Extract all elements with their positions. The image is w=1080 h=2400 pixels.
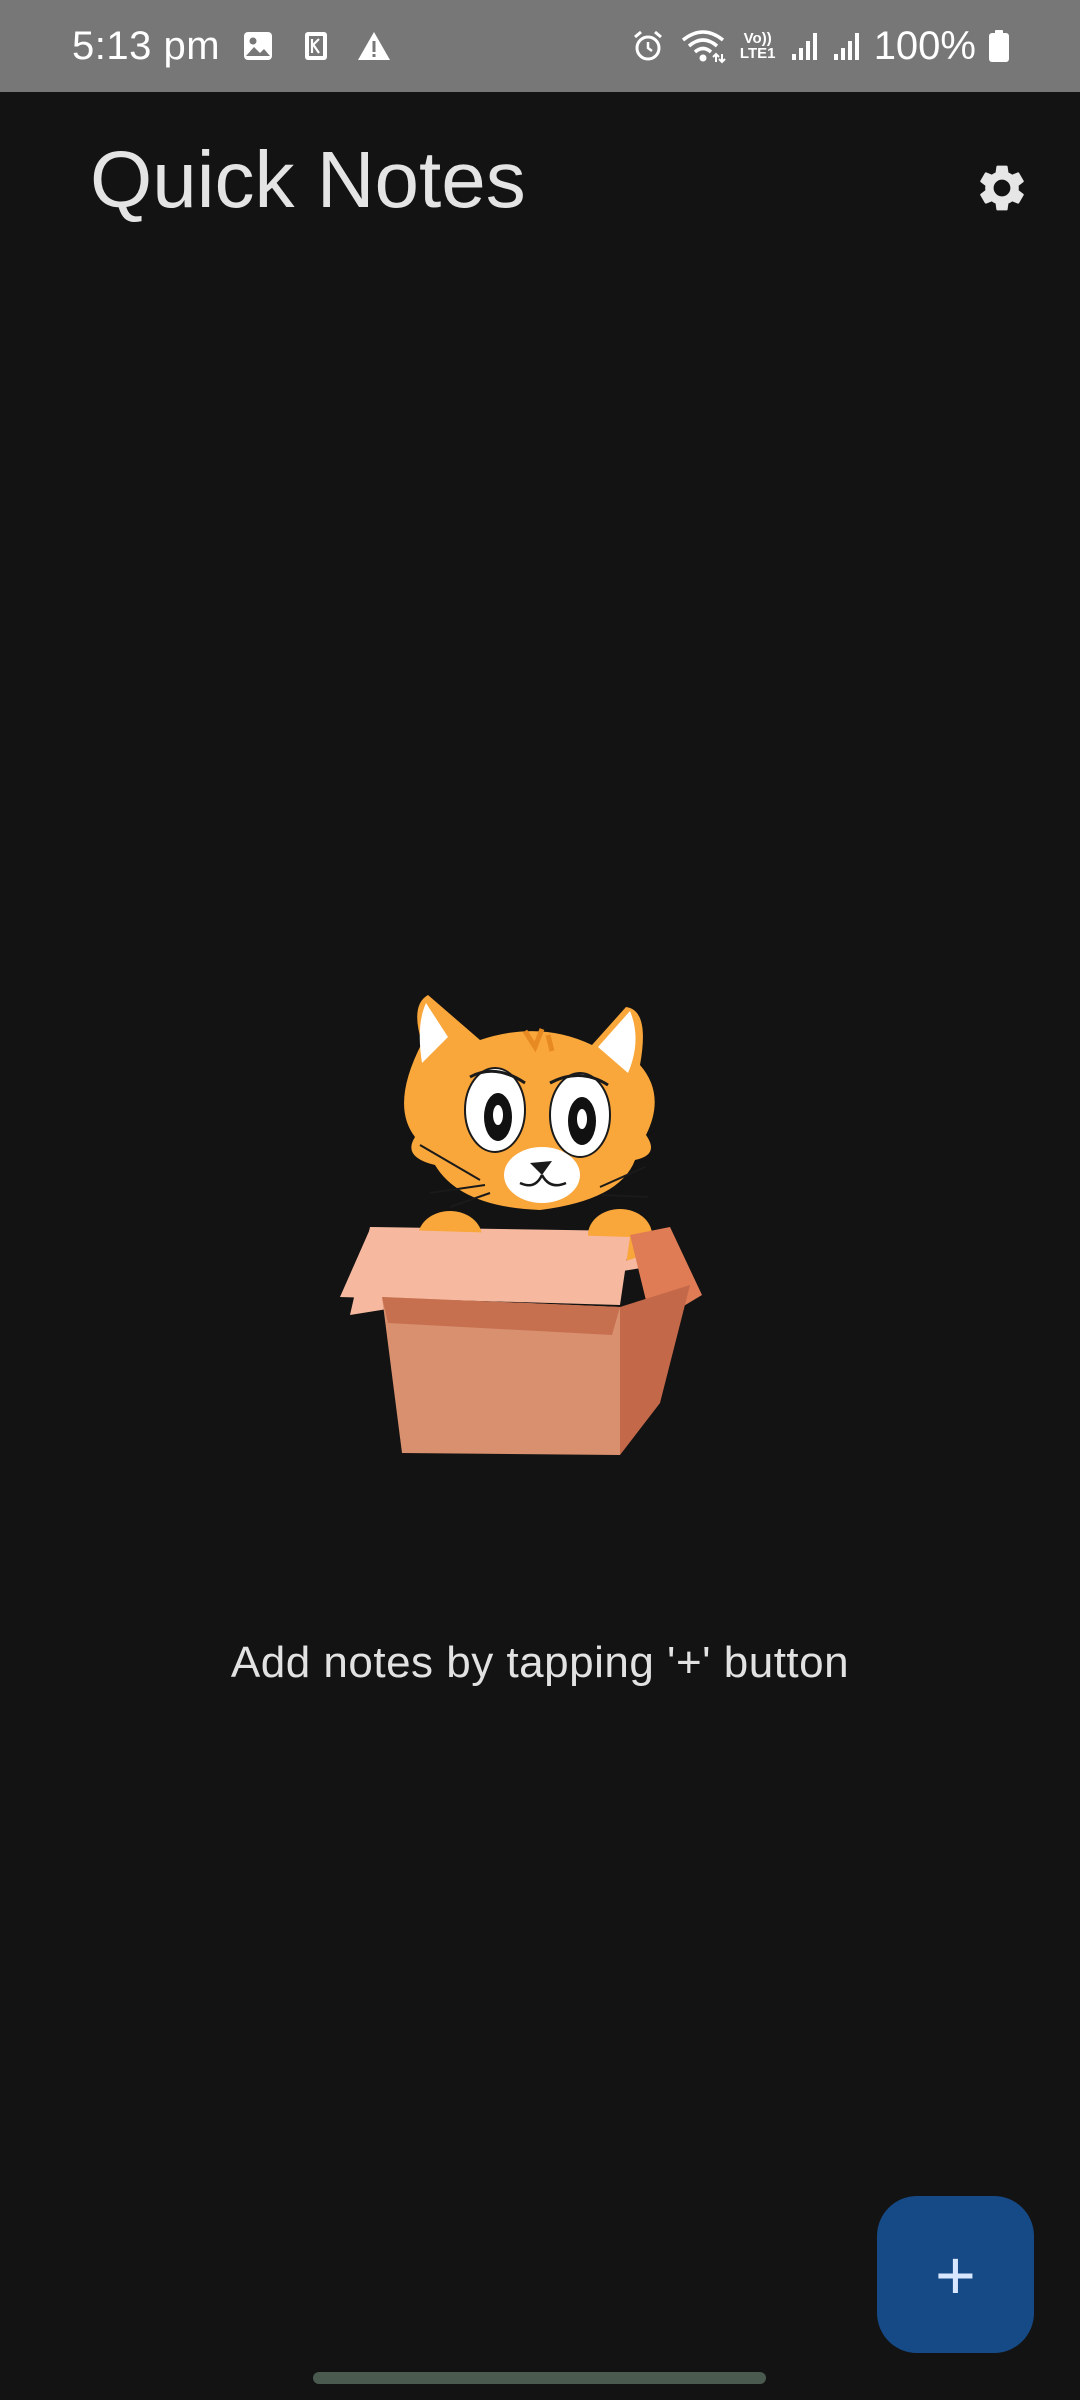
app-bar: Quick Notes [0, 92, 1080, 282]
home-indicator[interactable] [313, 2372, 766, 2384]
status-time: 5:13 pm [72, 23, 221, 68]
plus-icon: + [935, 2235, 976, 2314]
add-note-button[interactable]: + [877, 2196, 1034, 2353]
settings-button[interactable] [964, 150, 1040, 226]
gear-icon [980, 165, 1024, 211]
cat-in-box-illustration [330, 985, 750, 1465]
k-app-notification-icon [296, 26, 336, 66]
page-title: Quick Notes [90, 135, 526, 224]
image-notification-icon [238, 26, 278, 66]
alarm-icon [628, 26, 668, 66]
wifi-icon [680, 26, 726, 66]
status-bar: 5:13 pm Vo)) LTE1 100% [0, 0, 1080, 92]
warning-icon [354, 26, 394, 66]
volte-lte-icon: Vo)) LTE1 [739, 30, 776, 62]
empty-state-message: Add notes by tapping '+' button [230, 1638, 850, 1687]
signal-sim1-icon [790, 26, 820, 66]
status-left-group: 5:13 pm [72, 0, 394, 92]
status-right-group: Vo)) LTE1 100% [628, 0, 1010, 92]
battery-percent: 100% [873, 23, 976, 68]
battery-icon [988, 26, 1010, 66]
signal-sim2-icon [832, 26, 862, 66]
